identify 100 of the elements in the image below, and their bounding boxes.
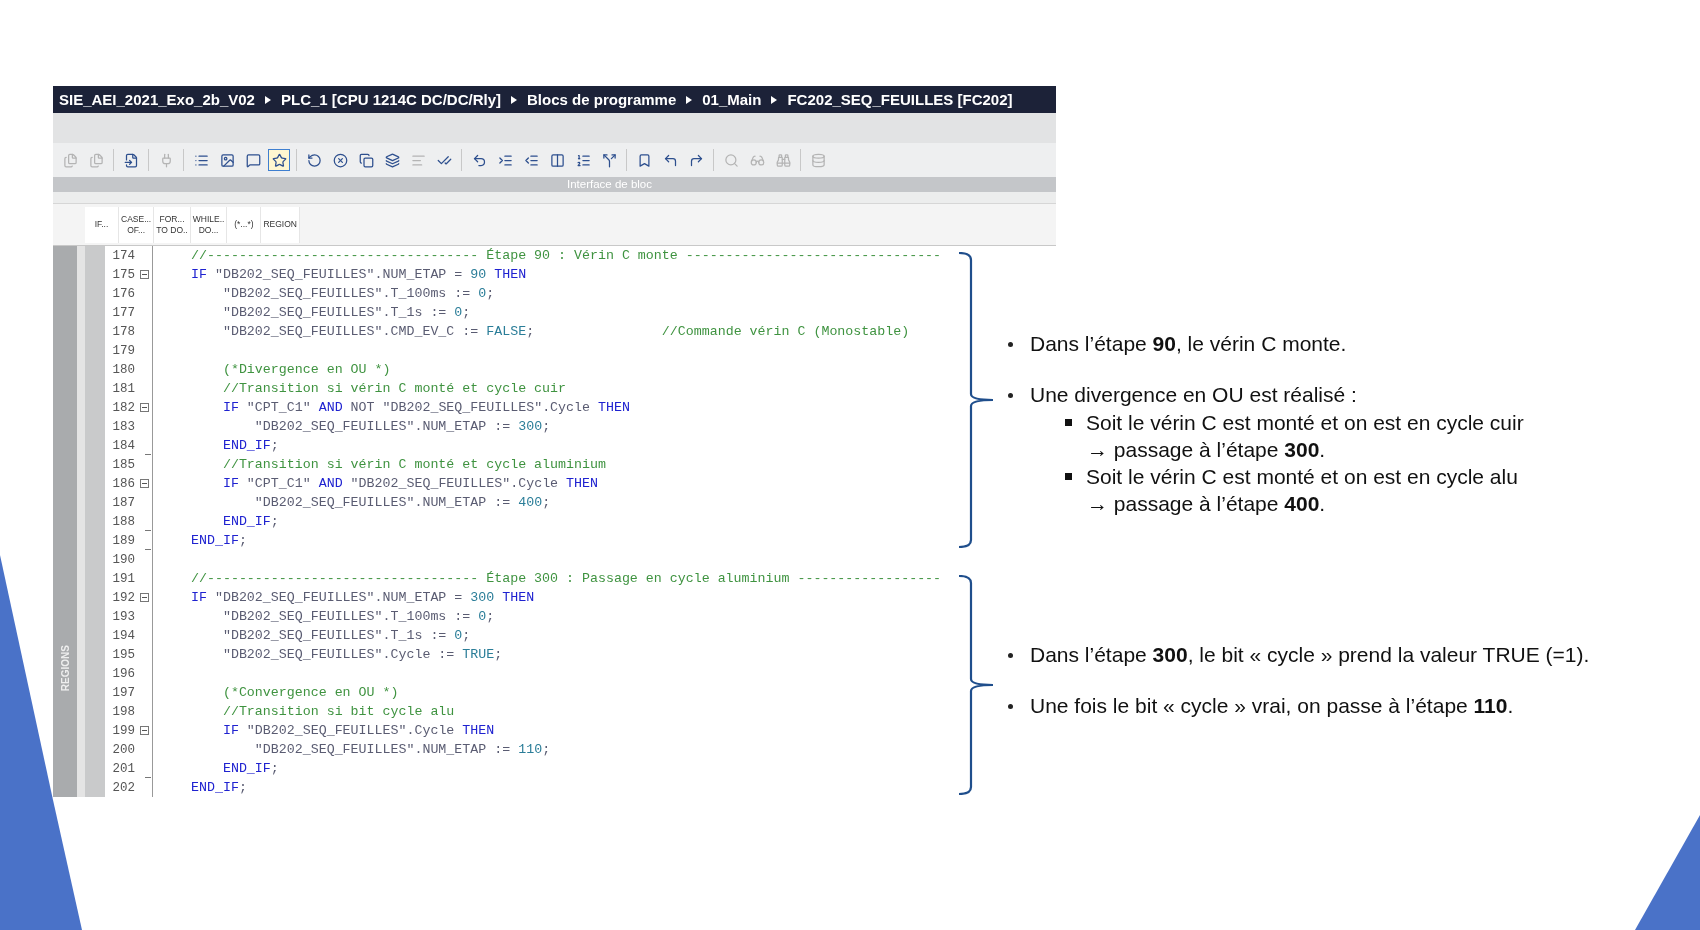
snippet-button[interactable]: REGION — [261, 206, 300, 243]
line-number: 179 — [111, 343, 135, 358]
binoculars-icon — [775, 152, 791, 168]
line-number: 196 — [111, 666, 135, 681]
code-line: "DB202_SEQ_FEUILLES".T_100ms := 0; — [221, 608, 495, 626]
code-line: "DB202_SEQ_FEUILLES".T_100ms := 0; — [221, 285, 495, 303]
code-line: END_IF; — [191, 779, 247, 797]
code-line: //Transition si vérin C monté et cycle cuir — [221, 380, 567, 398]
note-text: Une fois le bit « cycle » vrai, on passe à l’étape 110. — [1030, 694, 1514, 718]
note-text: Soit le vérin C est monté et on est en cycle alu — [1086, 464, 1518, 489]
x-circle-icon — [332, 152, 348, 168]
collapse-icon[interactable] — [140, 479, 149, 488]
line-number: 200 — [111, 742, 135, 757]
regions-label: REGIONS — [59, 644, 71, 691]
code-line: END_IF; — [221, 760, 279, 778]
line-number: 198 — [111, 704, 135, 719]
code-line: "DB202_SEQ_FEUILLES".NUM_ETAP := 110; — [253, 741, 551, 759]
image-icon — [219, 152, 235, 168]
note-text: Une divergence en OU est réalisé : — [1030, 383, 1357, 407]
snippet-button[interactable]: WHILE.. DO... — [190, 206, 228, 243]
line-number: 175 — [111, 267, 135, 282]
note-text: → passage à l’étape 400. — [1087, 491, 1327, 517]
code-line: "DB202_SEQ_FEUILLES".CMD_EV_C := FALSE; //Commande vérin C (Monostable) — [221, 323, 910, 341]
line-number: 177 — [111, 305, 135, 320]
align-left-icon — [410, 152, 426, 168]
code-line: "DB202_SEQ_FEUILLES".NUM_ETAP := 300; — [253, 418, 551, 436]
code-line: "DB202_SEQ_FEUILLES".T_1s := 0; — [221, 627, 471, 645]
breadcrumb-item[interactable]: SIE_AEI_2021_Exo_2b_V02 — [59, 91, 255, 108]
line-number: 182 — [111, 400, 135, 415]
line-number: 199 — [111, 723, 135, 738]
code-line: IF "DB202_SEQ_FEUILLES".NUM_ETAP = 300 THEN — [191, 589, 535, 607]
snippet-button[interactable]: CASE... OF... — [119, 206, 155, 243]
code-line: END_IF; — [221, 437, 279, 455]
collapse-icon[interactable] — [140, 593, 149, 602]
code-line: "DB202_SEQ_FEUILLES".NUM_ETAP := 400; — [253, 494, 551, 512]
search-icon — [723, 152, 739, 168]
line-number: 194 — [111, 628, 135, 643]
bullet-icon — [1008, 341, 1013, 347]
line-number: 183 — [111, 419, 135, 434]
line-number: 178 — [111, 324, 135, 339]
columns-icon — [549, 152, 565, 168]
collapse-icon[interactable] — [140, 270, 149, 279]
file-input-icon — [123, 152, 139, 168]
files-icon — [88, 152, 104, 168]
note-text: → passage à l’étape 300. — [1087, 437, 1327, 463]
line-number: 195 — [111, 647, 135, 662]
list-icon — [193, 152, 209, 168]
line-number: 189 — [111, 533, 135, 548]
snippet-button[interactable]: (*...*) — [227, 206, 262, 243]
collapse-icon[interactable] — [140, 726, 149, 735]
toolbar-button[interactable] — [268, 149, 290, 171]
code-line: IF "CPT_C1" AND "DB202_SEQ_FEUILLES".Cycle THEN — [221, 475, 598, 493]
code-line: END_IF; — [221, 513, 279, 531]
code-line: //---------------------------------- Étape 300 : Passage en cycle aluminium ------------------ — [191, 570, 942, 588]
note-text: Soit le vérin C est monté et on est en cycle cuir — [1086, 410, 1524, 435]
bullet-icon — [1008, 703, 1013, 709]
message-icon — [245, 152, 261, 168]
line-number: 202 — [111, 780, 135, 795]
line-number: 193 — [111, 609, 135, 624]
panel-title: Interface de bloc — [567, 177, 652, 192]
snippet-button[interactable]: FOR... TO DO.. — [154, 206, 191, 243]
code-line: //Transition si bit cycle alu — [221, 703, 455, 721]
line-number: 181 — [111, 381, 135, 396]
code-line: IF "DB202_SEQ_FEUILLES".NUM_ETAP = 90 THEN — [191, 266, 527, 284]
line-number: 191 — [111, 571, 135, 586]
line-number: 176 — [111, 286, 135, 301]
star-icon — [271, 152, 287, 168]
layers-icon — [384, 152, 400, 168]
rotate-icon — [306, 152, 322, 168]
code-line: //---------------------------------- Étape 90 : Vérin C monte -------------------------------- — [191, 247, 942, 265]
outdent-icon — [523, 152, 539, 168]
breadcrumb-item[interactable]: Blocs de programme — [527, 91, 677, 108]
bullet-icon — [1008, 392, 1013, 398]
code-line: IF "CPT_C1" AND NOT "DB202_SEQ_FEUILLES".Cycle THEN — [221, 399, 630, 417]
note-text: Dans l’étape 300, le bit « cycle » prend la valeur TRUE (=1). — [1030, 643, 1590, 667]
corner-right-icon — [688, 152, 704, 168]
copy-icon — [358, 152, 374, 168]
collapse-icon[interactable] — [140, 403, 149, 412]
breadcrumb-item[interactable]: 01_Main — [702, 91, 762, 108]
code-line: (*Divergence en OU *) — [221, 361, 391, 379]
line-number: 184 — [111, 438, 135, 453]
code-line: (*Convergence en OU *) — [221, 684, 399, 702]
indent-icon — [497, 152, 513, 168]
snippet-button[interactable]: IF... — [85, 206, 119, 243]
chevron-icon — [686, 95, 693, 104]
chevron-icon — [511, 95, 518, 104]
line-number: 186 — [111, 476, 135, 491]
line-number: 192 — [111, 590, 135, 605]
code-line: IF "DB202_SEQ_FEUILLES".Cycle THEN — [221, 722, 495, 740]
code-line: "DB202_SEQ_FEUILLES".Cycle := TRUE; — [221, 646, 503, 664]
line-number: 174 — [111, 248, 135, 263]
line-number: 201 — [111, 761, 135, 776]
breadcrumb-item[interactable]: FC202_SEQ_FEUILLES [FC202] — [787, 91, 1013, 108]
bullet-icon — [1065, 473, 1072, 480]
code-line: //Transition si vérin C monté et cycle aluminium — [221, 456, 606, 474]
undo-icon — [471, 152, 487, 168]
split-icon — [601, 152, 617, 168]
bookmark-icon — [636, 152, 652, 168]
breadcrumb-item[interactable]: PLC_1 [CPU 1214C DC/DC/Rly] — [280, 91, 502, 108]
bullet-icon — [1065, 419, 1072, 426]
